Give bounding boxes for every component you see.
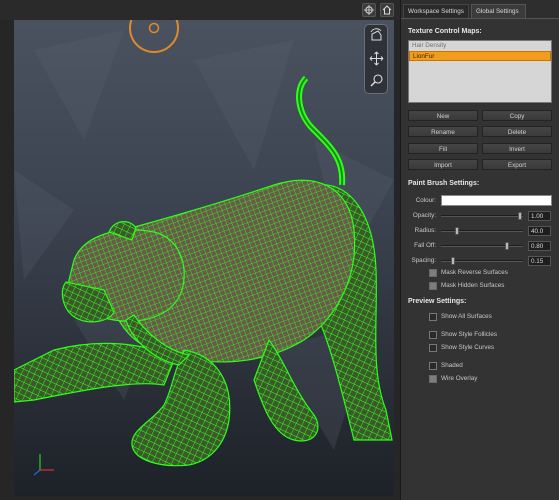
spacing-field[interactable]: 0.15: [528, 256, 551, 266]
tab-workspace-settings[interactable]: Workspace Settings: [403, 4, 469, 18]
show-all-surfaces-label: Show All Surfaces: [441, 313, 492, 320]
mask-reverse-surfaces-label: Mask Reverse Surfaces: [441, 269, 508, 276]
panel-body: Texture Control Maps: Hair Density LionF…: [401, 18, 559, 500]
shaded-checkbox[interactable]: [429, 362, 437, 370]
show-style-curves-label: Show Style Curves: [441, 344, 495, 351]
opacity-slider-knob[interactable]: [518, 212, 522, 220]
fill-button[interactable]: Fill: [408, 143, 478, 154]
copy-button[interactable]: Copy: [482, 110, 552, 121]
spacing-slider-knob[interactable]: [451, 257, 456, 265]
spacing-slider[interactable]: [441, 257, 523, 265]
axis-gizmo: [33, 454, 54, 476]
viewport-topbar: [0, 0, 400, 20]
settings-panel: Workspace Settings Global Settings Textu…: [400, 0, 559, 500]
radius-label: Radius:: [414, 227, 436, 234]
mask-hidden-surfaces-checkbox[interactable]: [429, 282, 437, 290]
rename-button[interactable]: Rename: [408, 126, 478, 137]
opacity-field[interactable]: 1.00: [528, 211, 551, 221]
texture-maps-title: Texture Control Maps:: [408, 28, 482, 35]
zoom-icon[interactable]: [368, 72, 385, 89]
viewport-frame: [0, 0, 400, 500]
show-style-follicles-label: Show Style Follicles: [441, 331, 497, 338]
mask-hidden-surfaces-label: Mask Hidden Surfaces: [441, 282, 505, 289]
delete-button[interactable]: Delete: [482, 126, 552, 137]
wire-overlay-label: Wire Overlay: [441, 375, 478, 382]
export-button[interactable]: Export: [482, 159, 552, 170]
map-item-lionfur[interactable]: LionFur: [409, 51, 551, 61]
paint-brush-title: Paint Brush Settings:: [408, 180, 480, 187]
invert-button[interactable]: Invert: [482, 143, 552, 154]
wire-overlay-checkbox[interactable]: [429, 375, 437, 383]
rotate-camera-icon[interactable]: [368, 28, 385, 45]
fall-off-slider[interactable]: [441, 242, 523, 250]
3d-viewport[interactable]: [14, 20, 394, 496]
opacity-label: Opacity:: [412, 212, 436, 219]
viewport-tools: [364, 24, 388, 94]
show-all-surfaces-checkbox[interactable]: [429, 313, 437, 321]
new-button[interactable]: New: [408, 110, 478, 121]
fall-off-slider-knob[interactable]: [504, 242, 509, 250]
preview-settings-title: Preview Settings:: [408, 298, 467, 305]
radius-slider-knob[interactable]: [455, 227, 460, 235]
show-style-follicles-checkbox[interactable]: [429, 331, 437, 339]
colour-swatch[interactable]: [441, 195, 552, 206]
mask-reverse-surfaces-checkbox[interactable]: [429, 269, 437, 277]
radius-field[interactable]: 40.0: [528, 226, 551, 236]
fall-off-label: Fall Off:: [414, 242, 436, 249]
import-button[interactable]: Import: [408, 159, 478, 170]
shaded-label: Shaded: [441, 362, 463, 369]
map-item-hair-density[interactable]: Hair Density: [409, 41, 551, 51]
crosshair-icon[interactable]: [362, 3, 376, 17]
spacing-label: Spacing:: [411, 257, 436, 264]
panel-tabs: Workspace Settings Global Settings: [401, 4, 559, 18]
fall-off-field[interactable]: 0.80: [528, 241, 551, 251]
texture-map-list[interactable]: Hair Density LionFur: [408, 40, 552, 103]
tab-global-settings[interactable]: Global Settings: [471, 4, 526, 18]
opacity-slider[interactable]: [441, 212, 523, 220]
radius-slider[interactable]: [441, 227, 523, 235]
show-style-curves-checkbox[interactable]: [429, 344, 437, 352]
home-icon[interactable]: [380, 3, 394, 17]
colour-label: Colour:: [415, 197, 436, 204]
scene-render: [14, 20, 394, 476]
pan-icon[interactable]: [368, 50, 385, 67]
